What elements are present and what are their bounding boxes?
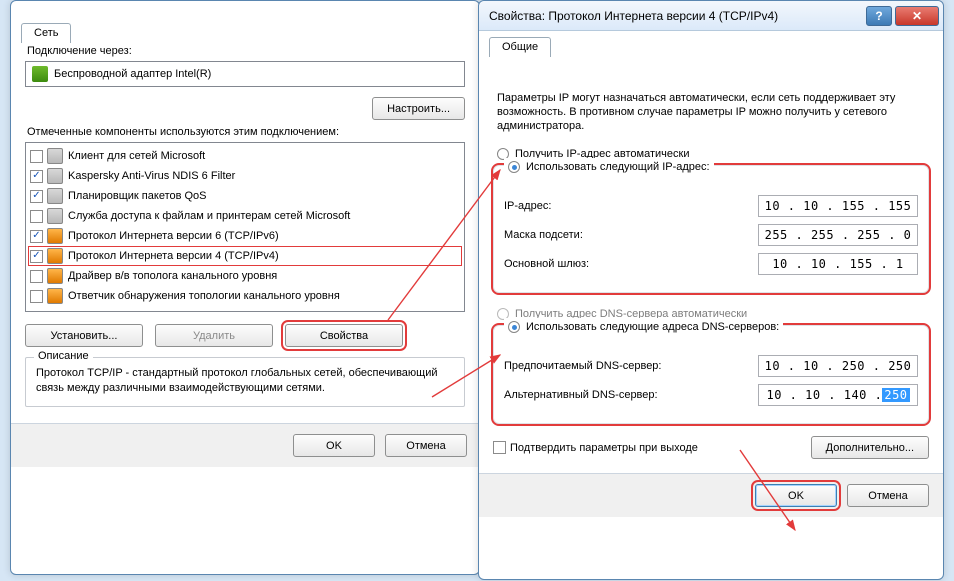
connect-through-label: Подключение через:	[27, 45, 465, 57]
service-icon	[47, 168, 63, 184]
dns1-input[interactable]: 10 . 10 . 250 . 250	[758, 355, 918, 377]
description-text: Протокол TCP/IP - стандартный протокол г…	[36, 366, 454, 396]
list-item[interactable]: Служба доступа к файлам и принтерам сете…	[28, 206, 462, 226]
list-item[interactable]: Планировщик пакетов QoS	[28, 186, 462, 206]
ok-button[interactable]: OK	[755, 484, 837, 507]
list-item-label: Протокол Интернета версии 4 (TCP/IPv4)	[68, 250, 279, 262]
radio-icon	[508, 161, 520, 173]
list-item-ipv4[interactable]: Протокол Интернета версии 4 (TCP/IPv4)	[28, 246, 462, 266]
protocol-icon	[47, 248, 63, 264]
driver-icon	[47, 288, 63, 304]
checkbox[interactable]	[30, 270, 43, 283]
protocol-icon	[47, 228, 63, 244]
gateway-input[interactable]: 10 . 10 . 155 . 1	[758, 253, 918, 275]
titlebar[interactable]: Свойства: Протокол Интернета версии 4 (T…	[479, 1, 943, 31]
help-button[interactable]: ?	[866, 6, 892, 26]
properties-button[interactable]: Свойства	[285, 324, 403, 347]
radio-icon	[508, 321, 520, 333]
adapter-name: Беспроводной адаптер Intel(R)	[54, 68, 211, 80]
list-item-label: Kaspersky Anti-Virus NDIS 6 Filter	[68, 170, 235, 182]
connection-properties-window: Сеть Подключение через: Беспроводной ада…	[10, 0, 480, 575]
tab-network[interactable]: Сеть	[21, 23, 71, 43]
ip-manual-group: Использовать следующий IP-адрес: IP-адре…	[493, 165, 929, 293]
service-icon	[47, 188, 63, 204]
dns2-label: Альтернативный DNS-сервер:	[504, 389, 758, 401]
list-item[interactable]: Протокол Интернета версии 6 (TCP/IPv6)	[28, 226, 462, 246]
radio-dns-manual[interactable]: Использовать следующие адреса DNS-сервер…	[504, 318, 783, 336]
ok-button[interactable]: OK	[293, 434, 375, 457]
advanced-button[interactable]: Дополнительно...	[811, 436, 929, 459]
description-group: Описание Протокол TCP/IP - стандартный п…	[25, 357, 465, 407]
driver-icon	[47, 268, 63, 284]
window-title: Свойства: Протокол Интернета версии 4 (T…	[489, 9, 863, 23]
ip-address-label: IP-адрес:	[504, 200, 758, 212]
ip-address-input[interactable]: 10 . 10 . 155 . 155	[758, 195, 918, 217]
dns1-label: Предпочитаемый DNS-сервер:	[504, 360, 758, 372]
radio-ip-manual[interactable]: Использовать следующий IP-адрес:	[504, 158, 714, 176]
checkbox[interactable]	[493, 441, 506, 454]
close-button[interactable]: ✕	[895, 6, 939, 26]
list-item-label: Планировщик пакетов QoS	[68, 190, 207, 202]
remove-button: Удалить	[155, 324, 273, 347]
description-legend: Описание	[34, 350, 93, 362]
cancel-button[interactable]: Отмена	[385, 434, 467, 457]
tabstrip: Сеть	[21, 23, 71, 47]
list-item[interactable]: Ответчик обнаружения топологии канальног…	[28, 286, 462, 306]
radio-label: Использовать следующие адреса DNS-сервер…	[526, 321, 779, 333]
checkbox[interactable]	[30, 230, 43, 243]
list-item[interactable]: Клиент для сетей Microsoft	[28, 146, 462, 166]
gateway-label: Основной шлюз:	[504, 258, 758, 270]
ipv4-properties-window: Свойства: Протокол Интернета версии 4 (T…	[478, 0, 944, 580]
checkbox[interactable]	[30, 170, 43, 183]
adapter-icon	[32, 66, 48, 82]
checkbox[interactable]	[30, 190, 43, 203]
client-icon	[47, 148, 63, 164]
confirm-on-exit[interactable]: Подтвердить параметры при выходе	[493, 441, 698, 454]
checkbox[interactable]	[30, 290, 43, 303]
confirm-label: Подтвердить параметры при выходе	[510, 442, 698, 454]
dns-manual-group: Использовать следующие адреса DNS-сервер…	[493, 325, 929, 424]
install-button[interactable]: Установить...	[25, 324, 143, 347]
list-item-label: Служба доступа к файлам и принтерам сете…	[68, 210, 350, 222]
list-item-label: Драйвер в/в тополога канального уровня	[68, 270, 277, 282]
list-item[interactable]: Драйвер в/в тополога канального уровня	[28, 266, 462, 286]
subnet-mask-label: Маска подсети:	[504, 229, 758, 241]
list-item[interactable]: Kaspersky Anti-Virus NDIS 6 Filter	[28, 166, 462, 186]
checkbox[interactable]	[30, 150, 43, 163]
checkbox[interactable]	[30, 210, 43, 223]
checkbox[interactable]	[30, 250, 43, 263]
dns2-input[interactable]: 10 . 10 . 140 . 250	[758, 384, 918, 406]
radio-label: Использовать следующий IP-адрес:	[526, 161, 710, 173]
components-label: Отмеченные компоненты используются этим …	[27, 126, 465, 138]
service-icon	[47, 208, 63, 224]
dns2-selected-octet: 250	[882, 388, 909, 402]
dialog-footer: OK Отмена	[479, 473, 943, 517]
list-item-label: Ответчик обнаружения топологии канальног…	[68, 290, 340, 302]
info-text: Параметры IP могут назначаться автоматич…	[497, 91, 929, 133]
configure-button[interactable]: Настроить...	[372, 97, 465, 120]
subnet-mask-input[interactable]: 255 . 255 . 255 . 0	[758, 224, 918, 246]
list-item-label: Протокол Интернета версии 6 (TCP/IPv6)	[68, 230, 279, 242]
adapter-field[interactable]: Беспроводной адаптер Intel(R)	[25, 61, 465, 87]
components-list[interactable]: Клиент для сетей Microsoft Kaspersky Ant…	[25, 142, 465, 312]
dialog-footer: OK Отмена	[11, 423, 479, 467]
cancel-button[interactable]: Отмена	[847, 484, 929, 507]
list-item-label: Клиент для сетей Microsoft	[68, 150, 205, 162]
